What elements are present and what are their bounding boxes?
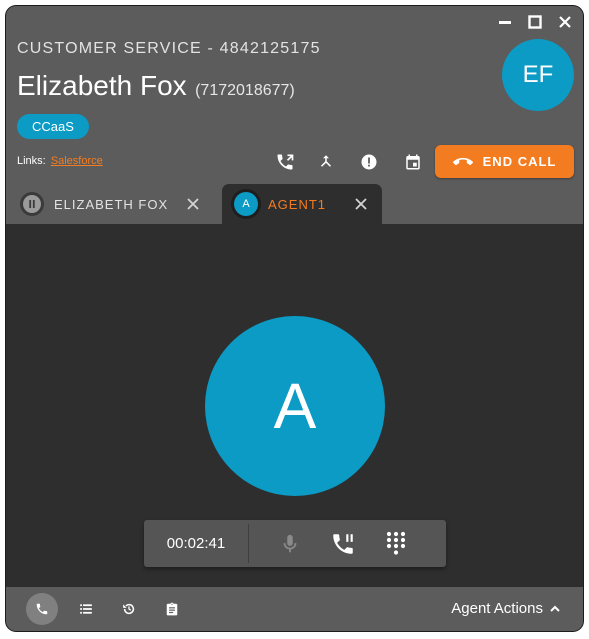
calendar-icon[interactable] [402,151,424,173]
hold-call-icon[interactable] [329,530,357,558]
tab-elizabeth-fox[interactable]: ELIZABETH FOX [14,184,214,224]
merge-icon[interactable] [315,151,337,173]
tab-label: AGENT1 [268,196,327,212]
call-controls: 00:02:41 [144,520,446,567]
divider [248,524,249,563]
caller-name: Elizabeth Fox [17,70,187,101]
links-label: Links: [17,155,46,167]
tab-label: ELIZABETH FOX [54,196,169,212]
ccaas-badge[interactable]: CCaaS [17,114,89,139]
caller-avatar: EF [502,39,574,111]
end-call-button[interactable]: END CALL [435,145,574,178]
chevron-up-icon [550,605,560,612]
links-row: Links: Salesforce [17,155,103,167]
microphone-icon[interactable] [276,530,304,558]
end-call-label: END CALL [482,154,557,169]
softphone-window: CUSTOMER SERVICE - 4842125175 Elizabeth … [6,6,583,631]
maximize-icon[interactable] [527,14,543,30]
call-timer: 00:02:41 [166,535,226,552]
agent-avatar: A [205,316,385,496]
hangup-icon [452,157,473,165]
agent-avatar-small: A [234,192,258,216]
pause-icon [20,192,44,216]
list-icon[interactable] [70,593,102,625]
close-tab-icon[interactable] [354,197,368,211]
close-icon[interactable] [557,14,573,30]
agent-actions-button[interactable]: Agent Actions [451,600,561,617]
alert-icon[interactable] [358,151,380,173]
transfer-call-icon[interactable] [274,151,296,173]
queue-label: CUSTOMER SERVICE - 4842125175 [17,40,321,57]
clipboard-icon[interactable] [156,593,188,625]
phone-icon[interactable] [26,593,58,625]
agent-actions-label: Agent Actions [451,600,543,617]
close-tab-icon[interactable] [186,197,200,211]
footer-bar: Agent Actions [6,587,583,631]
salesforce-link[interactable]: Salesforce [51,155,103,167]
caller-phone: (7172018677) [195,82,295,99]
minimize-icon[interactable] [497,14,513,30]
tab-agent1[interactable]: A AGENT1 [222,184,382,224]
history-icon[interactable] [113,593,145,625]
caller-info: Elizabeth Fox (7172018677) [17,70,295,102]
dialpad-icon[interactable] [382,530,410,558]
call-header: CUSTOMER SERVICE - 4842125175 Elizabeth … [6,6,583,224]
window-controls [497,14,573,30]
